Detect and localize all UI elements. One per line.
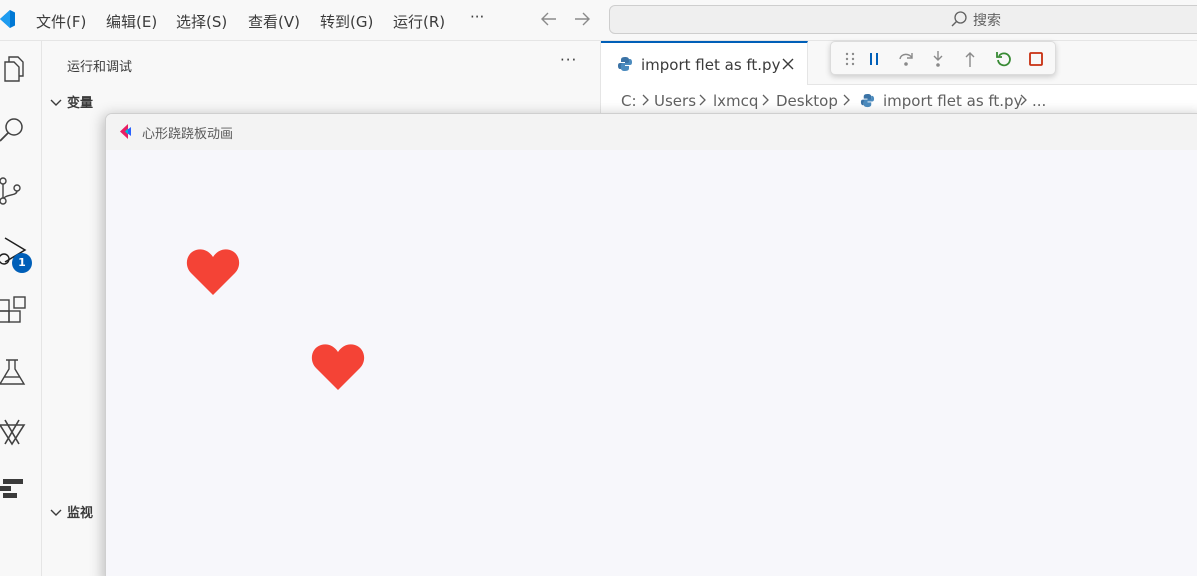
menu-run[interactable]: 运行(R) [393, 11, 445, 32]
tab-import-flet[interactable]: import flet as ft.py [601, 41, 808, 85]
breadcrumb: C: Users lxmcq Desktop import flet as ft… [600, 85, 1197, 115]
debug-badge: 1 [12, 253, 32, 273]
heart-right [311, 344, 365, 390]
search-icon [951, 11, 967, 27]
flet-app-window: 心形跷跷板动画 [105, 113, 1197, 576]
search-view-icon[interactable] [0, 115, 27, 145]
chevron-down-icon [50, 99, 62, 106]
watch-section-header[interactable]: 监视 [48, 502, 93, 521]
menu-go[interactable]: 转到(G) [320, 11, 373, 32]
python-file-icon [618, 57, 632, 71]
forward-arrow-icon[interactable] [571, 8, 593, 30]
sidebar-more-button[interactable]: ··· [560, 51, 577, 69]
chevron-right-icon [642, 94, 649, 106]
menu-view[interactable]: 查看(V) [248, 11, 300, 32]
breadcrumb-item[interactable]: import flet as ft.py [883, 92, 1022, 110]
extensions-icon[interactable] [0, 296, 27, 326]
chevron-right-icon [762, 94, 769, 106]
testing-icon[interactable] [0, 357, 27, 387]
chevron-right-icon [843, 94, 850, 106]
breadcrumb-item[interactable]: lxmcq [713, 92, 758, 110]
step-over-icon[interactable] [897, 50, 915, 68]
tab-label: import flet as ft.py [641, 56, 781, 74]
step-into-icon[interactable] [929, 50, 947, 68]
variables-section-header[interactable]: 变量 [48, 92, 93, 111]
breadcrumb-item[interactable]: C: [621, 92, 637, 110]
app-title-bar[interactable]: 心形跷跷板动画 [106, 114, 1197, 150]
flet-logo-icon [120, 124, 131, 139]
menu-more-button[interactable]: ··· [470, 8, 484, 26]
flet-extension-icon[interactable] [0, 477, 27, 507]
chevron-right-icon [1020, 94, 1027, 106]
menu-file[interactable]: 文件(F) [36, 11, 86, 32]
pause-icon[interactable] [865, 50, 883, 68]
menu-edit[interactable]: 编辑(E) [106, 11, 157, 32]
activity-bar: 1 [0, 41, 42, 576]
remote-explorer-icon[interactable] [0, 417, 27, 447]
close-icon[interactable] [781, 57, 795, 71]
watch-label: 监视 [67, 506, 94, 521]
breadcrumb-item[interactable]: ... [1032, 92, 1046, 110]
chevron-down-icon [50, 509, 62, 516]
sidebar-title: 运行和调试 [67, 60, 133, 75]
app-title: 心形跷跷板动画 [142, 127, 234, 142]
breadcrumb-item[interactable]: Desktop [776, 92, 838, 110]
step-out-icon[interactable] [961, 50, 979, 68]
variables-label: 变量 [67, 96, 94, 111]
debug-toolbar [830, 41, 1056, 75]
source-control-icon[interactable] [0, 176, 27, 206]
restart-icon[interactable] [995, 50, 1013, 68]
back-arrow-icon[interactable] [538, 8, 560, 30]
vscode-logo-icon [0, 10, 15, 28]
explorer-icon[interactable] [0, 54, 27, 84]
stop-icon[interactable] [1027, 50, 1045, 68]
heart-left [186, 249, 240, 295]
command-center-search[interactable] [609, 5, 1197, 34]
search-label[interactable]: 搜索 [973, 10, 1001, 30]
title-bar: 文件(F) 编辑(E) 选择(S) 查看(V) 转到(G) 运行(R) ··· … [0, 0, 1197, 41]
breadcrumb-item[interactable]: Users [654, 92, 696, 110]
drag-handle-icon[interactable] [841, 50, 859, 68]
menu-selection[interactable]: 选择(S) [176, 11, 227, 32]
python-file-icon [860, 93, 875, 108]
chevron-right-icon [699, 94, 706, 106]
